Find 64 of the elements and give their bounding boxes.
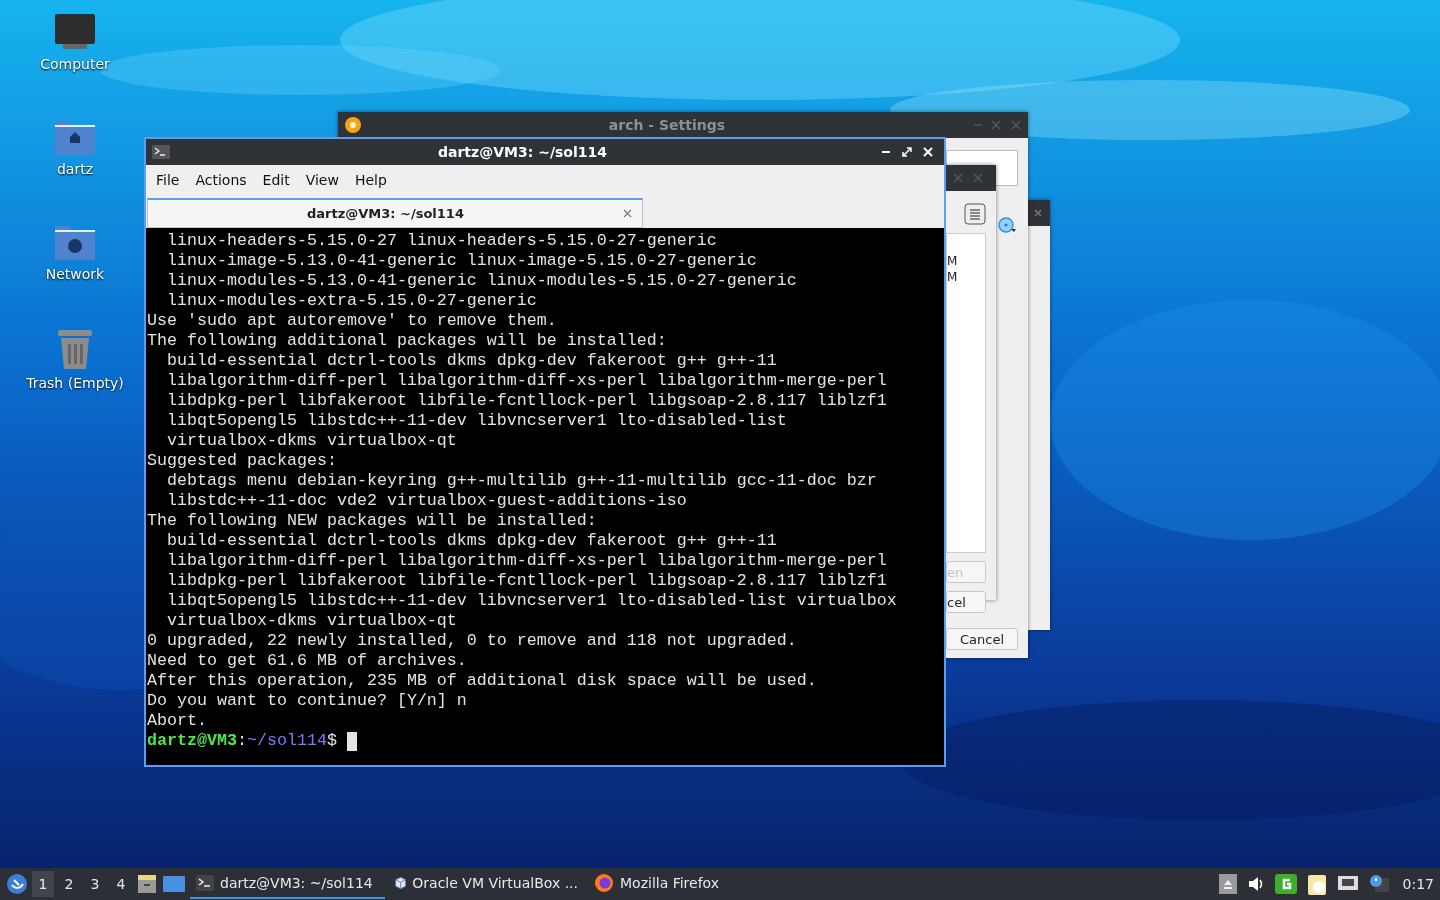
- letter-g-icon[interactable]: [1274, 874, 1297, 894]
- terminal-line: After this operation, 235 MB of additional disk space will be used.: [147, 671, 818, 691]
- menu-item[interactable]: File: [148, 168, 188, 192]
- file-cabinet-icon[interactable]: [136, 873, 158, 895]
- terminal-line: debtags menu debian-keyring g++-multilib g++-11-multilib gcc-11-doc bzr: [166, 471, 878, 491]
- terminal-line: libalgorithm-diff-perl libalgorithm-diff-xs-perl libalgorithm-merge-perl: [166, 551, 888, 571]
- list-item[interactable]: M: [947, 254, 985, 270]
- prompt-symbol: $: [326, 731, 337, 751]
- tab-label: dartz@VM3: ~/sol114: [306, 206, 465, 221]
- desktop-icon-label[interactable]: Trash (Empty): [26, 375, 124, 391]
- prompt-separator: :: [236, 731, 247, 751]
- window-title: dartz@VM3: ~/sol114: [437, 144, 608, 160]
- terminal-line: 0 upgraded, 22 newly installed, 0 to remove and 118 not upgraded.: [147, 631, 798, 651]
- terminal-tab[interactable]: dartz@VM3: ~/sol114: [147, 198, 643, 228]
- workspace-button[interactable]: 1: [32, 871, 54, 897]
- window-title: arch - Settings: [607, 117, 727, 133]
- desktop-icon[interactable]: [162, 874, 186, 894]
- taskbar-task[interactable]: Oracle VM VirtualBox ...: [389, 869, 584, 899]
- terminal-line: linux-modules-extra-5.15.0-27-generic: [166, 291, 538, 311]
- terminal-line: Suggested packages:: [147, 451, 338, 471]
- notification-icon[interactable]: [1368, 874, 1389, 894]
- terminal-line: linux-headers-5.15.0-27 linux-headers-5.15.0-27-generic: [166, 231, 718, 251]
- terminal-line: virtualbox-dkms virtualbox-qt: [166, 431, 458, 451]
- terminal-icon: [196, 875, 214, 891]
- taskbar-task[interactable]: dartz@VM3: ~/sol114: [190, 869, 385, 899]
- terminal-line: virtualbox-dkms virtualbox-qt: [166, 611, 458, 631]
- terminal-line: Use 'sudo apt autoremove' to remove them.: [147, 311, 558, 331]
- terminal-line: libalgorithm-diff-perl libalgorithm-diff-xs-perl libalgorithm-merge-perl: [166, 371, 888, 391]
- terminal-line: libdpkg-perl libfakeroot libfile-fcntllock-perl libgsoap-2.8.117 liblzf1: [166, 571, 888, 591]
- terminal-line: libstdc++-11-doc vde2 virtualbox-guest-additions-iso: [166, 491, 688, 511]
- cancel-button[interactable]: Cancel: [946, 628, 1018, 650]
- list-item[interactable]: M: [947, 270, 985, 286]
- menu-item[interactable]: View: [297, 168, 347, 192]
- terminal-line: libqt5opengl5 libstdc++-11-dev libvncserver1 lto-disabled-list virtualbox: [166, 591, 898, 611]
- terminal-line: libdpkg-perl libfakeroot libfile-fcntllock-perl libgsoap-2.8.117 liblzf1: [166, 391, 888, 411]
- prompt-user: dartz@VM3: [147, 731, 237, 751]
- monitor-icon[interactable]: [53, 12, 97, 52]
- terminal-line: Abort.: [147, 711, 208, 731]
- taskbar-task[interactable]: Mozilla Firefox: [588, 869, 783, 899]
- terminal-line: The following additional packages will be installed:: [147, 331, 668, 351]
- terminal-line: libqt5opengl5 libstdc++-11-dev libvncserver1 lto-disabled-list: [166, 411, 788, 431]
- eject-icon[interactable]: [1218, 874, 1237, 894]
- terminal-line: build-essential dctrl-tools dkms dpkg-dev fakeroot g++ g++-11: [166, 351, 778, 371]
- terminal-line: build-essential dctrl-tools dkms dpkg-dev fakeroot g++ g++-11: [166, 531, 778, 551]
- terminal-line: linux-image-5.13.0-41-generic linux-image-5.15.0-27-generic: [166, 251, 758, 271]
- volume-icon[interactable]: [1246, 876, 1265, 892]
- clock: 0:17: [1402, 876, 1434, 892]
- prompt-path: ~/sol114: [246, 731, 327, 751]
- terminal-line: The following NEW packages will be installed:: [147, 511, 598, 531]
- workspace-button[interactable]: 4: [110, 871, 132, 897]
- workspace-button[interactable]: 2: [58, 871, 80, 897]
- terminal-line: Need to get 61.6 MB of archives.: [147, 651, 468, 671]
- start-menu-icon[interactable]: [6, 873, 28, 895]
- desktop-icon-label[interactable]: Network: [45, 266, 105, 282]
- menu-item[interactable]: Edit: [254, 168, 298, 192]
- menu-item[interactable]: Help: [346, 168, 395, 192]
- list-view-icon[interactable]: [964, 203, 986, 225]
- menu-item[interactable]: Actions: [187, 168, 255, 192]
- terminal-line: Do you want to continue? [Y/n] n: [147, 691, 468, 711]
- dialog-button[interactable]: cel: [946, 591, 986, 613]
- workspace-button[interactable]: 3: [84, 871, 106, 897]
- cursor: [346, 731, 357, 751]
- terminal-line: linux-modules-5.13.0-41-generic linux-modules-5.15.0-27-generic: [166, 271, 798, 291]
- terminal-icon: [152, 145, 170, 159]
